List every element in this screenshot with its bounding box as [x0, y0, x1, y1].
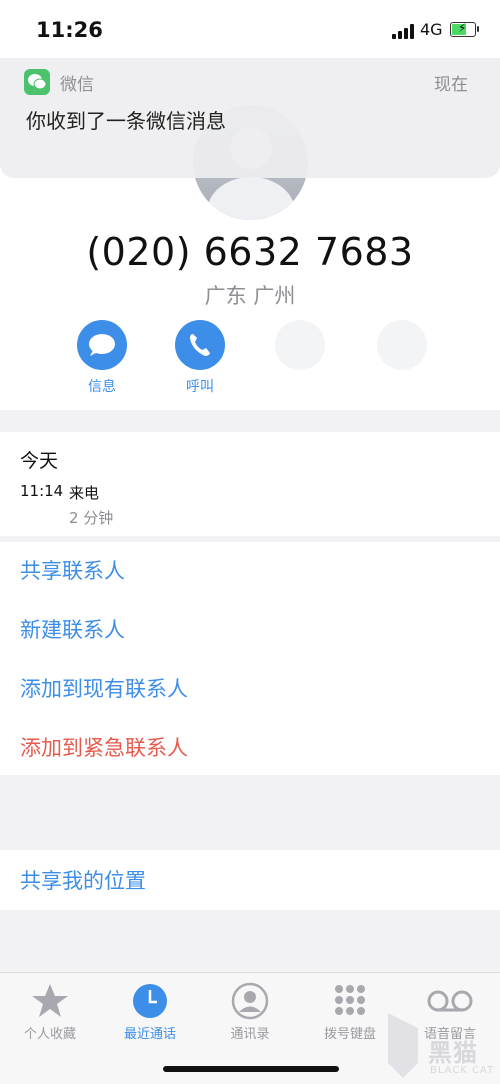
add-emergency-contact-link[interactable]: 添加到紧急联系人: [20, 732, 188, 762]
video-icon: [275, 320, 325, 370]
phone-location: 广东 广州: [204, 284, 296, 308]
star-icon: [0, 981, 100, 1021]
network-type: 4G: [420, 20, 443, 39]
mail-button[interactable]: [372, 320, 432, 370]
clock-icon: [100, 981, 200, 1021]
add-existing-contact-link[interactable]: 添加到现有联系人: [20, 673, 188, 703]
notification-banner[interactable]: 微信 现在 你收到了一条微信消息: [0, 58, 500, 178]
tab-contacts[interactable]: 通讯录: [200, 981, 300, 1042]
tab-recents[interactable]: 最近通话: [100, 981, 200, 1042]
video-button[interactable]: [270, 320, 330, 370]
wechat-icon: [24, 69, 50, 95]
notification-message: 你收到了一条微信消息: [26, 109, 226, 133]
call-label: 呼叫: [186, 379, 214, 395]
section-divider: [0, 536, 500, 542]
section-divider: [0, 910, 500, 972]
status-time: 11:26: [36, 18, 103, 42]
section-divider: [0, 410, 500, 432]
call-time: 11:14: [20, 482, 64, 500]
call-duration: 2 分钟: [69, 509, 114, 527]
watermark-logo: 黑猫 BLACK CAT: [378, 1003, 500, 1083]
section-divider: [0, 775, 500, 850]
call-button[interactable]: 呼叫: [170, 320, 230, 396]
share-contact-link[interactable]: 共享联系人: [20, 555, 125, 585]
tab-favorites[interactable]: 个人收藏: [0, 981, 100, 1042]
notification-app-name: 微信: [60, 75, 94, 95]
status-bar: 11:26 4G ⚡: [0, 0, 500, 60]
message-icon: [77, 320, 127, 370]
new-contact-link[interactable]: 新建联系人: [20, 614, 125, 644]
mail-icon: [377, 320, 427, 370]
recents-section-title: 今天: [20, 450, 59, 472]
signal-icon: [392, 23, 416, 39]
notification-time: 现在: [434, 75, 468, 95]
share-location-link[interactable]: 共享我的位置: [20, 865, 146, 895]
phone-icon: [175, 320, 225, 370]
call-type: 来电: [69, 484, 100, 502]
battery-icon: ⚡: [450, 21, 479, 37]
message-button[interactable]: 信息: [72, 320, 132, 396]
phone-number: (020) 6632 7683: [86, 230, 414, 274]
message-label: 信息: [88, 379, 116, 395]
home-indicator[interactable]: [163, 1066, 339, 1072]
contacts-icon: [200, 981, 300, 1021]
